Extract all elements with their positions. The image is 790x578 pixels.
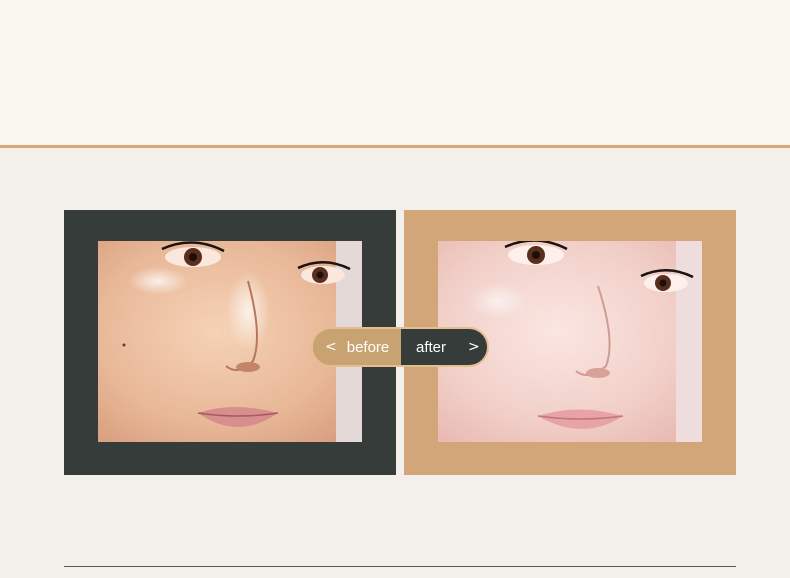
footer-divider <box>64 566 736 567</box>
header-band <box>0 0 790 146</box>
header-divider <box>0 145 790 148</box>
before-label: before <box>346 338 390 356</box>
before-after-toggle: < before after > <box>311 327 489 367</box>
after-button[interactable]: after > <box>401 329 487 365</box>
chevron-right-icon: > <box>468 339 480 355</box>
before-button[interactable]: < before <box>313 329 401 365</box>
after-label: after <box>416 338 447 356</box>
chevron-left-icon: < <box>325 339 337 355</box>
